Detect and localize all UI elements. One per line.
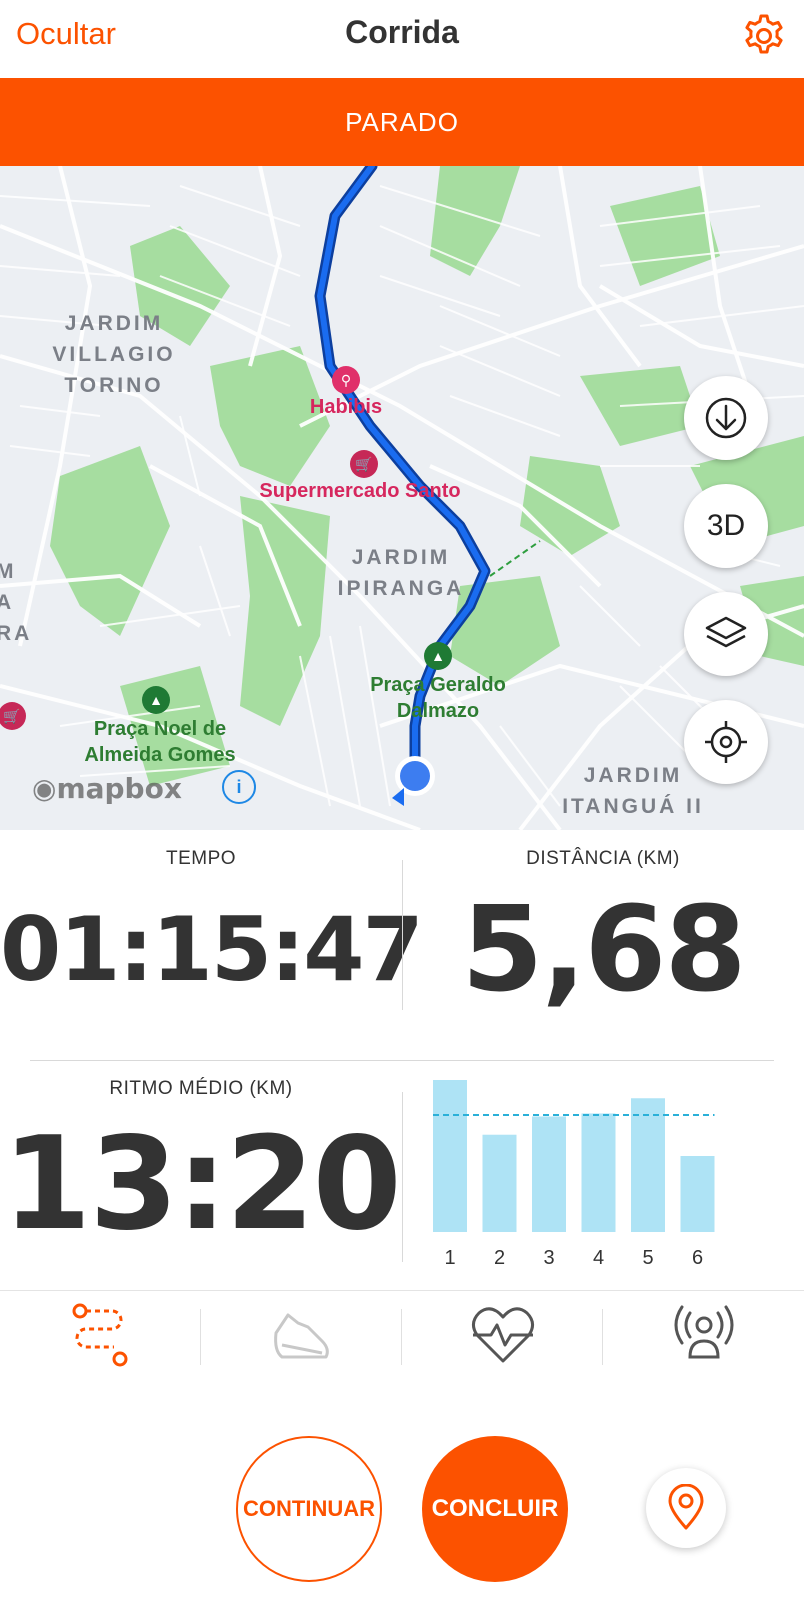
chart-bar xyxy=(482,1134,517,1232)
crosshair-icon[interactable] xyxy=(684,700,768,784)
chart-category-label: 4 xyxy=(593,1247,604,1268)
neighborhood-label: JARDIM ITANGUÁ II xyxy=(562,764,704,818)
chart-bar xyxy=(532,1116,566,1232)
location-pin-button[interactable] xyxy=(646,1468,726,1548)
heart-rate-icon xyxy=(472,1307,534,1363)
continue-button[interactable]: CONTINUAR xyxy=(236,1436,382,1582)
pace-label: RITMO MÉDIO (KM) xyxy=(109,1078,293,1099)
pace-value: 13:20 xyxy=(2,1110,401,1259)
time-value: 01:15:47 xyxy=(0,898,424,1001)
route-map[interactable]: JARDIM VILLAGIO TORINO JARDIM IPIRANGA M… xyxy=(0,166,804,830)
page-title: Corrida xyxy=(345,14,459,50)
neighborhood-label: JARDIM IPIRANGA xyxy=(337,546,465,600)
time-label: TEMPO xyxy=(165,848,237,869)
gear-icon[interactable] xyxy=(740,12,788,60)
divider xyxy=(200,1309,201,1365)
poi-label[interactable]: Praça Geraldo Dalmazo xyxy=(350,672,526,724)
tree-icon[interactable]: ▲ xyxy=(424,642,452,670)
divider xyxy=(602,1309,603,1365)
neighborhood-label: JARDIM VILLAGIO TORINO xyxy=(52,312,176,397)
chart-bar xyxy=(581,1113,616,1232)
shopping-cart-icon[interactable]: 🛒 xyxy=(350,450,378,478)
chart-category-label: 5 xyxy=(642,1247,653,1268)
finish-button[interactable]: CONCLUIR xyxy=(422,1436,568,1582)
poi-label[interactable]: Habibis xyxy=(290,394,402,420)
beacon-icon xyxy=(674,1305,734,1359)
chart-category-label: 1 xyxy=(444,1247,455,1268)
restaurant-icon[interactable]: ⚲ xyxy=(332,366,360,394)
neighborhood-label: M A RA xyxy=(0,560,33,645)
chart-category-label: 6 xyxy=(692,1247,703,1268)
chart-category-label: 3 xyxy=(543,1247,554,1268)
distance-value: 5,68 xyxy=(461,880,746,1018)
route-icon xyxy=(72,1303,128,1367)
status-banner: PARADO xyxy=(0,78,804,166)
tab-gear[interactable] xyxy=(202,1299,402,1373)
poi-label[interactable]: Supermercado Santo xyxy=(240,478,480,504)
tab-beacon[interactable] xyxy=(604,1299,804,1373)
view-3d-button[interactable]: 3D xyxy=(684,484,768,568)
chart-bar xyxy=(631,1098,665,1232)
mapbox-logo: ◉mapbox xyxy=(32,772,182,805)
chart-category-label: 2 xyxy=(494,1247,505,1268)
divider xyxy=(402,1092,403,1262)
layers-icon[interactable] xyxy=(684,592,768,676)
chart-bar xyxy=(433,1080,467,1232)
info-icon[interactable]: i xyxy=(222,770,256,804)
divider xyxy=(30,1060,774,1061)
download-icon[interactable] xyxy=(684,376,768,460)
chart-bar xyxy=(680,1156,715,1232)
location-pin-icon xyxy=(668,1483,704,1530)
shoe-icon xyxy=(274,1313,329,1359)
poi-label[interactable]: Praça Noel de Almeida Gomes xyxy=(70,716,250,768)
tab-heart-rate[interactable] xyxy=(403,1299,603,1373)
tree-icon[interactable]: ▲ xyxy=(142,686,170,714)
split-pace-chart[interactable]: 1 2 3 4 5 6 xyxy=(420,1068,740,1268)
divider xyxy=(401,1309,402,1365)
distance-label: DISTÂNCIA (KM) xyxy=(526,848,680,869)
header: Ocultar Corrida xyxy=(0,0,804,78)
tab-bar xyxy=(0,1290,804,1380)
stats-panel: TEMPO 01:15:47 DISTÂNCIA (KM) 5,68 RITMO… xyxy=(0,830,804,1290)
tab-route[interactable] xyxy=(0,1299,200,1373)
